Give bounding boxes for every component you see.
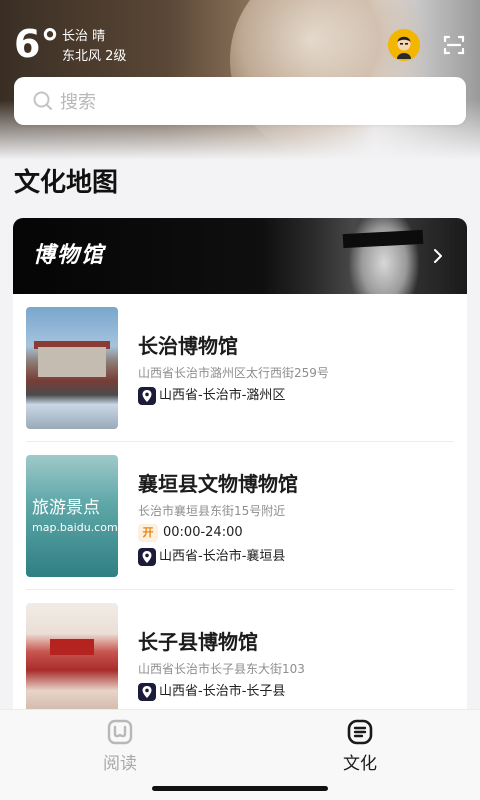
thumbnail-sign bbox=[50, 639, 94, 655]
museum-thumbnail bbox=[26, 307, 118, 429]
temperature: 6° bbox=[14, 22, 60, 66]
museum-name: 襄垣县文物博物馆 bbox=[138, 472, 298, 496]
museum-name: 长子县博物馆 bbox=[138, 630, 258, 654]
city-weather: 长治 晴 bbox=[62, 29, 106, 44]
location-pin-icon bbox=[138, 548, 156, 566]
museum-banner[interactable]: 博物馆 bbox=[13, 218, 467, 294]
museum-region: 山西省-长治市-长子县 bbox=[159, 684, 286, 699]
tab-read[interactable]: 阅读 bbox=[80, 718, 160, 788]
museum-thumbnail bbox=[26, 603, 118, 718]
culture-icon bbox=[347, 719, 373, 745]
location-pin-icon bbox=[138, 387, 156, 405]
statue-image bbox=[349, 218, 419, 294]
museum-card: 博物馆 长治博物馆 山西省长治市潞州区太行西街259号 山西省-长治市-潞州区 … bbox=[13, 218, 467, 718]
museum-address: 山西省长治市长子县东大街103 bbox=[138, 662, 305, 676]
avatar-figure bbox=[388, 29, 420, 61]
search-placeholder: 搜索 bbox=[60, 92, 96, 113]
tab-culture[interactable]: 文化 bbox=[320, 718, 400, 788]
search-icon bbox=[33, 91, 52, 110]
tab-read-label: 阅读 bbox=[103, 754, 137, 774]
thumbnail-source: map.baidu.com bbox=[32, 521, 118, 534]
museum-address: 长治市襄垣县东街15号附近 bbox=[138, 504, 286, 518]
banner-title: 博物馆 bbox=[33, 243, 106, 268]
region-row: 山西省-长治市-襄垣县 bbox=[138, 548, 285, 566]
search-bar[interactable]: 搜索 bbox=[14, 77, 466, 125]
region-row: 山西省-长治市-长子县 bbox=[138, 683, 285, 701]
section-title: 文化地图 bbox=[14, 168, 119, 198]
museum-name: 长治博物馆 bbox=[138, 334, 238, 358]
list-item[interactable]: 长子县博物馆 山西省长治市长子县东大街103 山西省-长治市-长子县 bbox=[26, 590, 454, 718]
weather-info: 长治 晴 东北风 2级 bbox=[62, 27, 126, 67]
read-icon bbox=[107, 719, 133, 745]
thumbnail-caption: 旅游景点 bbox=[32, 498, 100, 518]
hours-row: 开 00:00-24:00 bbox=[138, 524, 243, 542]
chevron-right-icon bbox=[434, 249, 442, 263]
home-indicator bbox=[152, 786, 328, 791]
thumbnail-building bbox=[38, 347, 106, 377]
wind-info: 东北风 2级 bbox=[62, 49, 127, 64]
museum-thumbnail: 旅游景点 map.baidu.com bbox=[26, 455, 118, 577]
open-badge: 开 bbox=[138, 524, 158, 542]
avatar-icon[interactable] bbox=[388, 29, 420, 61]
museum-address: 山西省长治市潞州区太行西街259号 bbox=[138, 366, 329, 380]
region-row: 山西省-长治市-潞州区 bbox=[138, 387, 285, 405]
museum-region: 山西省-长治市-襄垣县 bbox=[159, 549, 286, 564]
list-item[interactable]: 旅游景点 map.baidu.com 襄垣县文物博物馆 长治市襄垣县东街15号附… bbox=[26, 442, 454, 590]
scan-icon[interactable] bbox=[442, 33, 466, 57]
list-item[interactable]: 长治博物馆 山西省长治市潞州区太行西街259号 山西省-长治市-潞州区 bbox=[26, 294, 454, 442]
tab-culture-label: 文化 bbox=[343, 754, 377, 774]
museum-region: 山西省-长治市-潞州区 bbox=[159, 388, 286, 403]
location-pin-icon bbox=[138, 683, 156, 701]
opening-hours: 00:00-24:00 bbox=[163, 525, 243, 540]
